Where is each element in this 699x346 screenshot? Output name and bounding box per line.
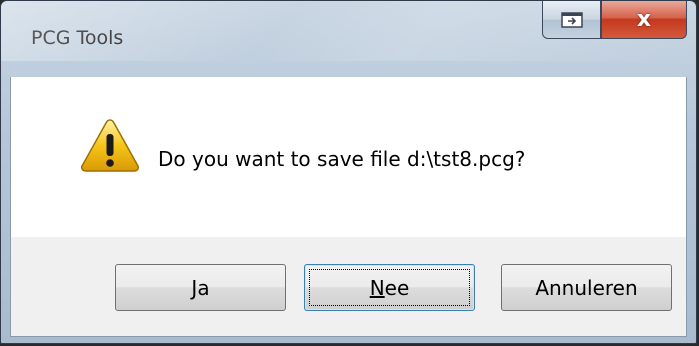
yes-button-label: Ja (191, 276, 209, 300)
close-button[interactable]: x (601, 1, 687, 39)
window-title: PCG Tools (31, 27, 124, 49)
yes-button[interactable]: Ja (115, 264, 286, 311)
no-accelerator: N (369, 275, 385, 300)
button-bar: Ja Nee Annuleren (10, 237, 687, 337)
dialog-content: Do you want to save file d:\tst8.pcg? (10, 77, 687, 237)
no-button[interactable]: Nee (304, 264, 475, 311)
dialog-window: PCG Tools x Do you want to save file d:\… (0, 0, 697, 344)
warning-icon (79, 117, 141, 173)
no-label-rest: ee (384, 275, 410, 300)
cancel-button[interactable]: Annuleren (501, 264, 672, 311)
dialog-message: Do you want to save file d:\tst8.pcg? (158, 147, 526, 171)
yes-label-rest: a (197, 275, 210, 300)
restore-icon (560, 11, 583, 28)
cancel-button-label: Annuleren (535, 275, 638, 300)
restore-button[interactable] (542, 1, 601, 39)
close-icon: x (636, 6, 652, 32)
no-button-label: Nee (370, 276, 410, 300)
